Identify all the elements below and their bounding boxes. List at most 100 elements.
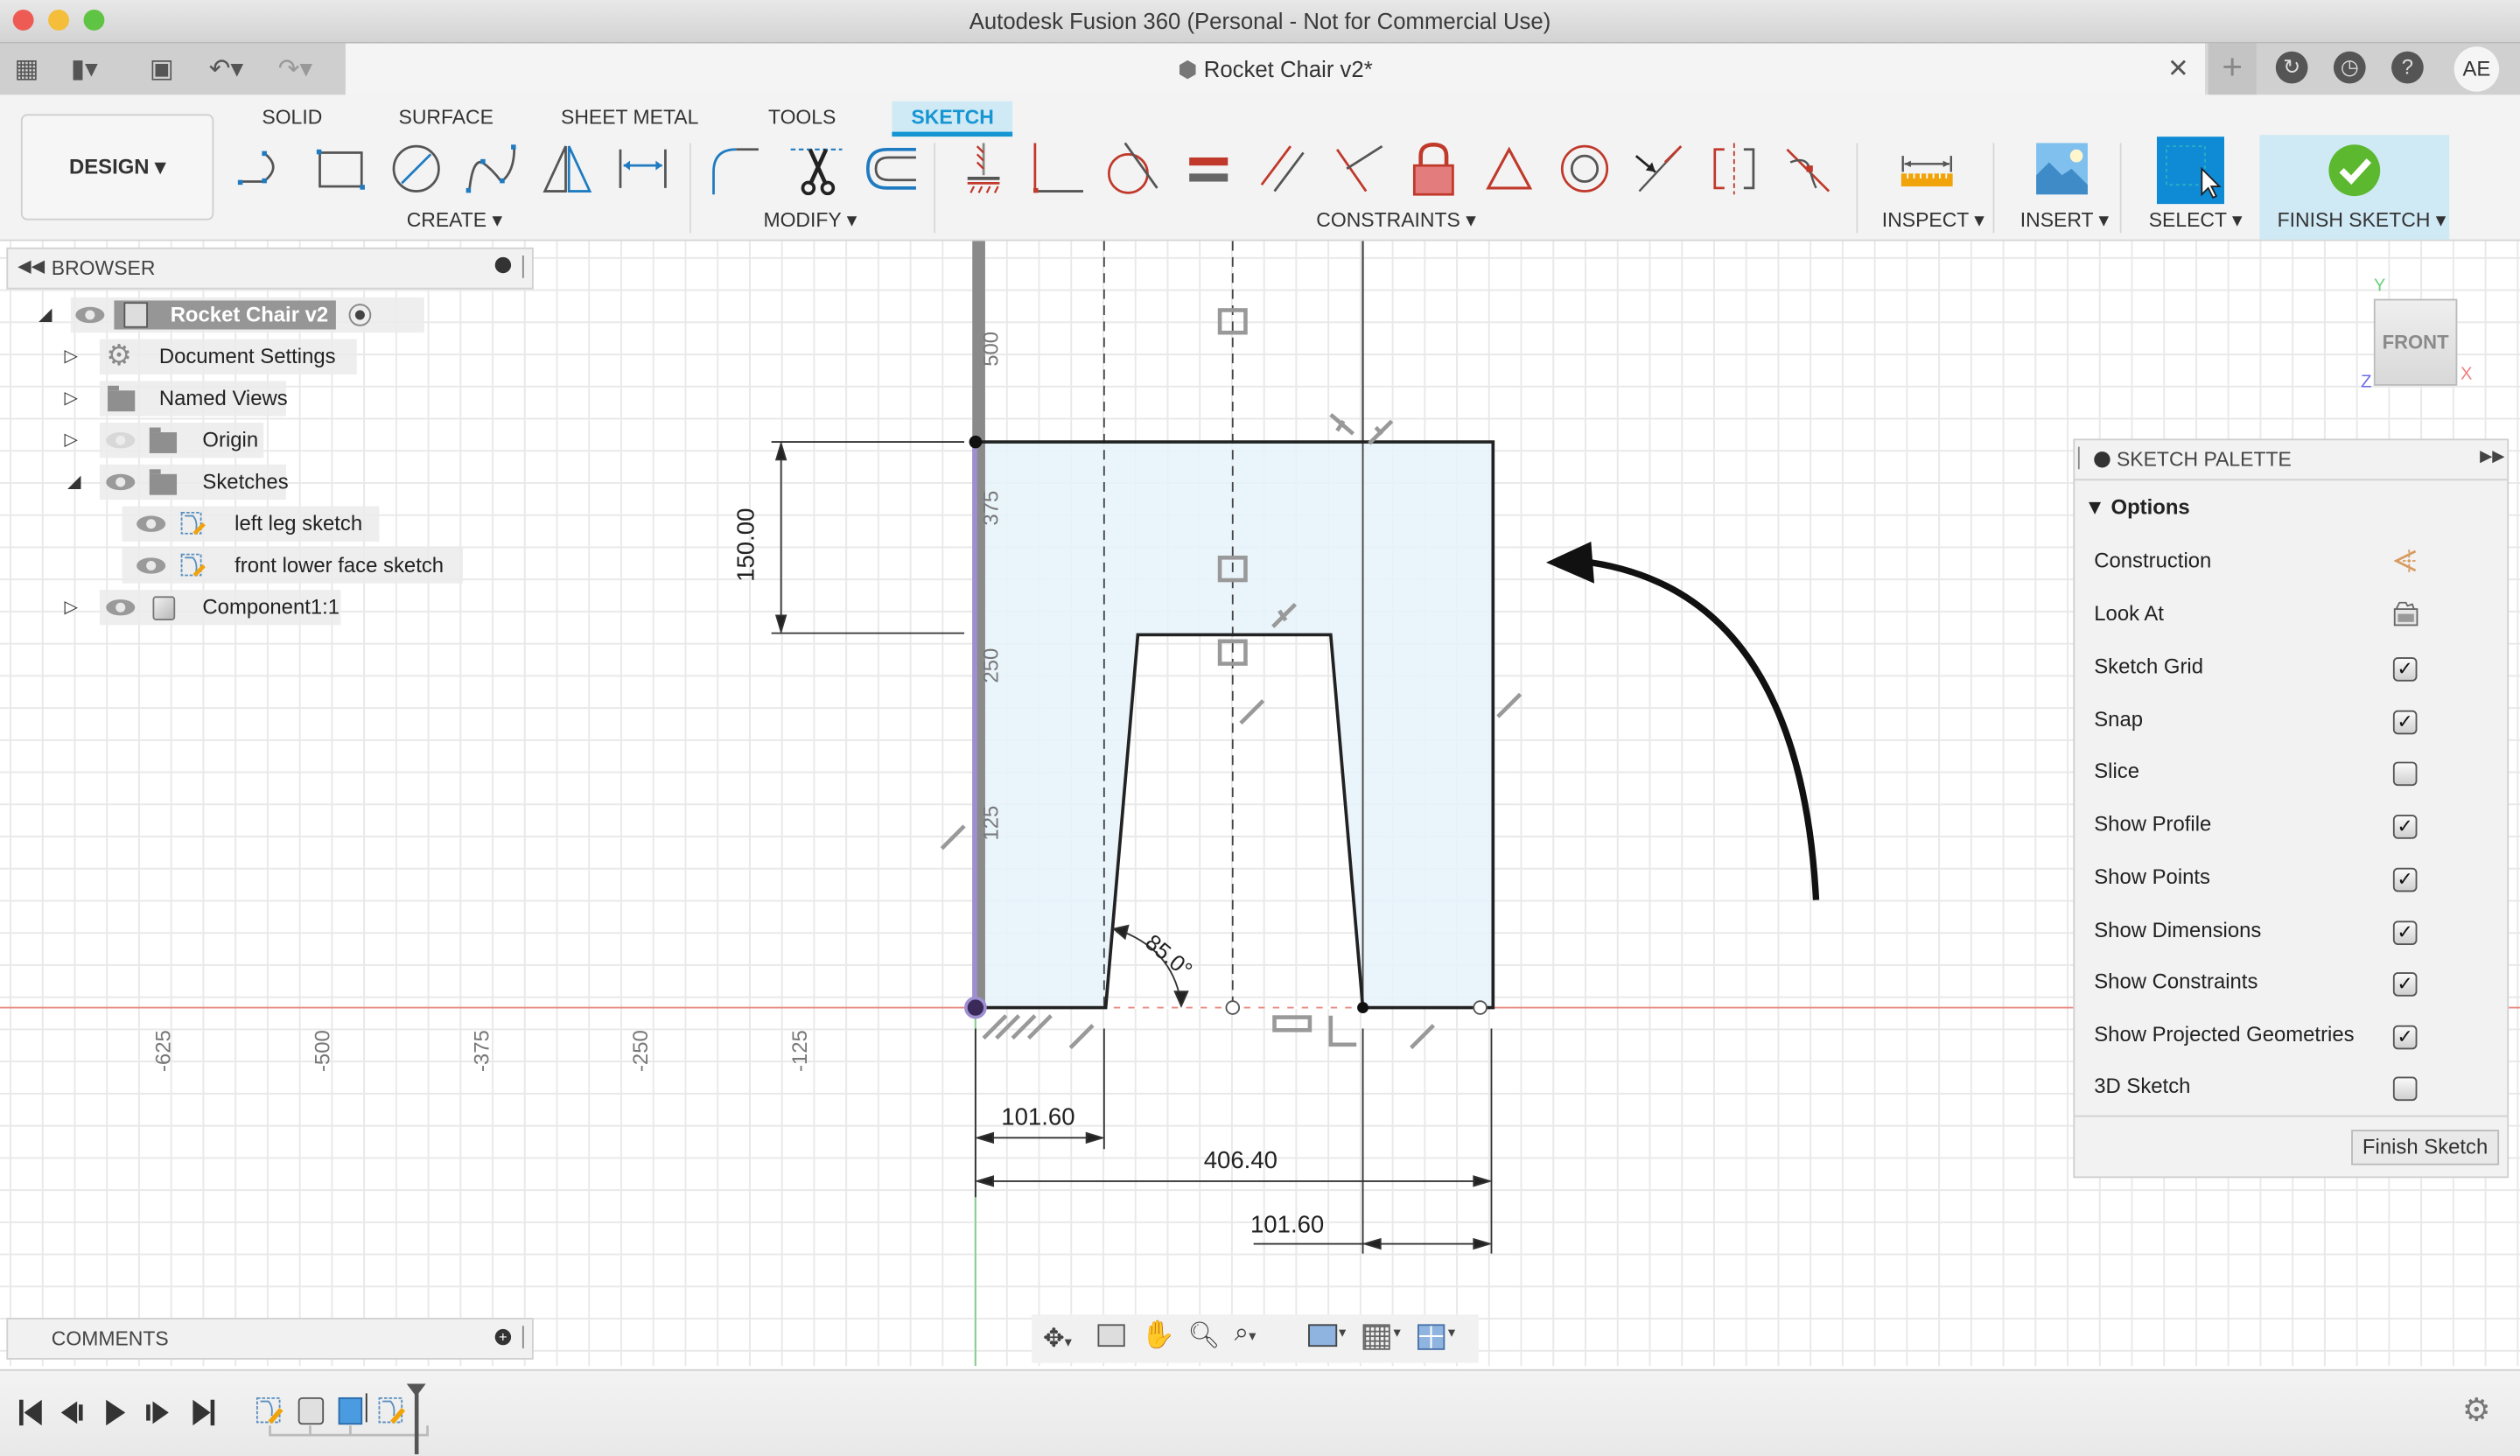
tangent-icon[interactable]	[1102, 140, 1160, 198]
orbit-icon[interactable]: ✥▾	[1043, 1323, 1072, 1355]
caret-expanded-icon[interactable]: ◢	[38, 298, 52, 332]
symmetry-icon[interactable]	[1705, 140, 1763, 198]
chevron-down-icon[interactable]: ▾	[1339, 1324, 1346, 1341]
options-section-toggle[interactable]: ▼ Options	[2084, 495, 2189, 520]
chevron-down-icon[interactable]: ▾	[1448, 1324, 1455, 1341]
parallel-icon[interactable]	[1255, 140, 1312, 198]
palette-finish-sketch-button[interactable]: Finish Sketch	[2351, 1130, 2500, 1166]
collapse-panel-icon[interactable]: ◀◀	[18, 256, 45, 276]
insert-image-icon[interactable]	[2033, 140, 2090, 198]
undo-icon[interactable]: ↶▾	[209, 53, 243, 86]
play-icon[interactable]	[106, 1399, 126, 1426]
show-profile-checkbox[interactable]: ✓	[2392, 815, 2418, 839]
dimension-total-width[interactable]: 406.40	[1204, 1147, 1278, 1174]
equal-constraint-icon[interactable]	[1272, 1015, 1312, 1032]
caret-collapsed-icon[interactable]: ▷	[64, 381, 78, 416]
coincident-icon[interactable]	[1029, 140, 1087, 198]
workspace-switcher[interactable]: DESIGN ▾	[20, 114, 214, 220]
timeline-settings-gear-icon[interactable]: ⚙	[2462, 1390, 2491, 1431]
tab-sketch[interactable]: SKETCH	[892, 101, 1013, 137]
panel-resize-handle[interactable]	[2077, 446, 2080, 470]
next-icon[interactable]	[146, 1401, 169, 1424]
horizontal-vertical-icon[interactable]	[1480, 140, 1538, 198]
equal-icon[interactable]	[1180, 140, 1237, 198]
constraints-menu[interactable]: CONSTRAINTS ▾	[1316, 207, 1475, 232]
insert-menu[interactable]: INSERT ▾	[2020, 207, 2109, 232]
panel-resize-handle[interactable]	[522, 1326, 524, 1348]
sketch-point[interactable]	[1473, 1000, 1488, 1015]
dimension-left-leg-width[interactable]: 101.60	[1001, 1104, 1074, 1131]
palette-row-show-dimensions[interactable]: Show Dimensions ✓	[2094, 918, 2496, 950]
select-menu[interactable]: SELECT ▾	[2149, 207, 2243, 232]
notifications-clock-icon[interactable]: ◷	[2333, 51, 2366, 84]
finish-sketch-button[interactable]: FINISH SKETCH ▾	[2259, 135, 2450, 240]
look-at-icon[interactable]	[2393, 601, 2418, 626]
redo-icon[interactable]: ↷▾	[278, 53, 312, 86]
spline-icon[interactable]	[463, 140, 521, 198]
visibility-eye-icon[interactable]	[136, 515, 166, 532]
display-settings-icon[interactable]	[1308, 1324, 1338, 1348]
dimension-icon[interactable]	[614, 140, 672, 198]
visibility-eye-icon[interactable]	[136, 557, 166, 574]
trim-icon[interactable]	[788, 140, 845, 198]
palette-row-sketch-grid[interactable]: Sketch Grid ✓	[2094, 654, 2496, 687]
tab-surface[interactable]: SURFACE	[379, 102, 513, 136]
view-cube[interactable]: FRONT	[2373, 298, 2458, 386]
caret-collapsed-icon[interactable]: ▷	[64, 590, 78, 625]
visibility-hidden-icon[interactable]	[106, 432, 136, 449]
user-avatar[interactable]: AE	[2454, 46, 2500, 92]
palette-row-snap[interactable]: Snap ✓	[2094, 707, 2496, 739]
construction-icon[interactable]	[2393, 548, 2418, 573]
body-feature-icon[interactable]	[298, 1396, 325, 1425]
sketch-profile[interactable]	[975, 442, 1494, 1008]
fillet-icon[interactable]	[707, 140, 765, 198]
timeline-marker[interactable]	[406, 1383, 426, 1455]
tab-tools[interactable]: TOOLS	[749, 102, 856, 136]
show-constraints-checkbox[interactable]: ✓	[2392, 972, 2418, 997]
tab-sheet-metal[interactable]: SHEET METAL	[542, 102, 718, 136]
tab-solid[interactable]: SOLID	[242, 102, 341, 136]
slice-checkbox[interactable]	[2392, 761, 2418, 787]
file-menu-icon[interactable]: ▮▾	[71, 53, 98, 86]
zoom-icon[interactable]: 🔍︎	[1187, 1320, 1220, 1352]
chevron-down-icon[interactable]: ▾	[1393, 1324, 1400, 1341]
sketch-point[interactable]	[1357, 1002, 1368, 1014]
modify-menu[interactable]: MODIFY ▾	[763, 207, 857, 232]
caret-collapsed-icon[interactable]: ▷	[64, 340, 78, 374]
perpendicular-icon[interactable]	[1331, 140, 1389, 198]
inspect-menu[interactable]: INSPECT ▾	[1882, 207, 1984, 232]
measure-icon[interactable]	[1898, 140, 1956, 198]
viewports-icon[interactable]	[1417, 1324, 1446, 1350]
rectangle-icon[interactable]	[312, 140, 369, 198]
previous-icon[interactable]	[60, 1401, 83, 1424]
first-icon[interactable]	[19, 1399, 42, 1426]
show-points-checkbox[interactable]: ✓	[2392, 867, 2418, 892]
expand-comments-icon[interactable]: +	[494, 1328, 512, 1346]
fit-window-icon[interactable]: ⌕▾	[1235, 1320, 1256, 1348]
mirror-icon[interactable]	[538, 140, 596, 198]
sketch-grid-checkbox[interactable]: ✓	[2392, 657, 2418, 682]
concentric-icon[interactable]	[1556, 140, 1614, 198]
sketch-feature-icon[interactable]	[378, 1396, 406, 1424]
dimension-right-leg-width[interactable]: 101.60	[1250, 1212, 1324, 1239]
sketch-feature-icon[interactable]	[256, 1396, 284, 1424]
expand-panel-icon[interactable]: ▶▶	[2480, 448, 2504, 466]
offset-icon[interactable]	[861, 140, 919, 198]
pan-hand-icon[interactable]: ✋	[1141, 1320, 1175, 1352]
caret-collapsed-icon[interactable]: ▷	[64, 423, 78, 458]
palette-row-show-constraints[interactable]: Show Constraints ✓	[2094, 969, 2496, 1001]
3d-sketch-checkbox[interactable]	[2392, 1076, 2418, 1102]
palette-row-3d-sketch[interactable]: 3D Sketch	[2094, 1074, 2496, 1106]
midpoint[interactable]	[1225, 1000, 1241, 1015]
show-projected-geometries-checkbox[interactable]: ✓	[2392, 1025, 2418, 1050]
activate-radio-icon[interactable]	[348, 304, 372, 326]
midpoint-icon[interactable]	[1629, 140, 1687, 198]
palette-row-show-points[interactable]: Show Points ✓	[2094, 864, 2496, 897]
line-icon[interactable]	[234, 140, 292, 198]
extrude-feature-icon[interactable]	[338, 1393, 368, 1425]
close-tab-icon[interactable]: ✕	[2167, 53, 2189, 86]
dimension-height[interactable]: 150.00	[733, 486, 760, 582]
visibility-eye-icon[interactable]	[106, 473, 136, 491]
palette-row-slice[interactable]: Slice	[2094, 759, 2496, 791]
visibility-eye-icon[interactable]	[106, 599, 136, 616]
